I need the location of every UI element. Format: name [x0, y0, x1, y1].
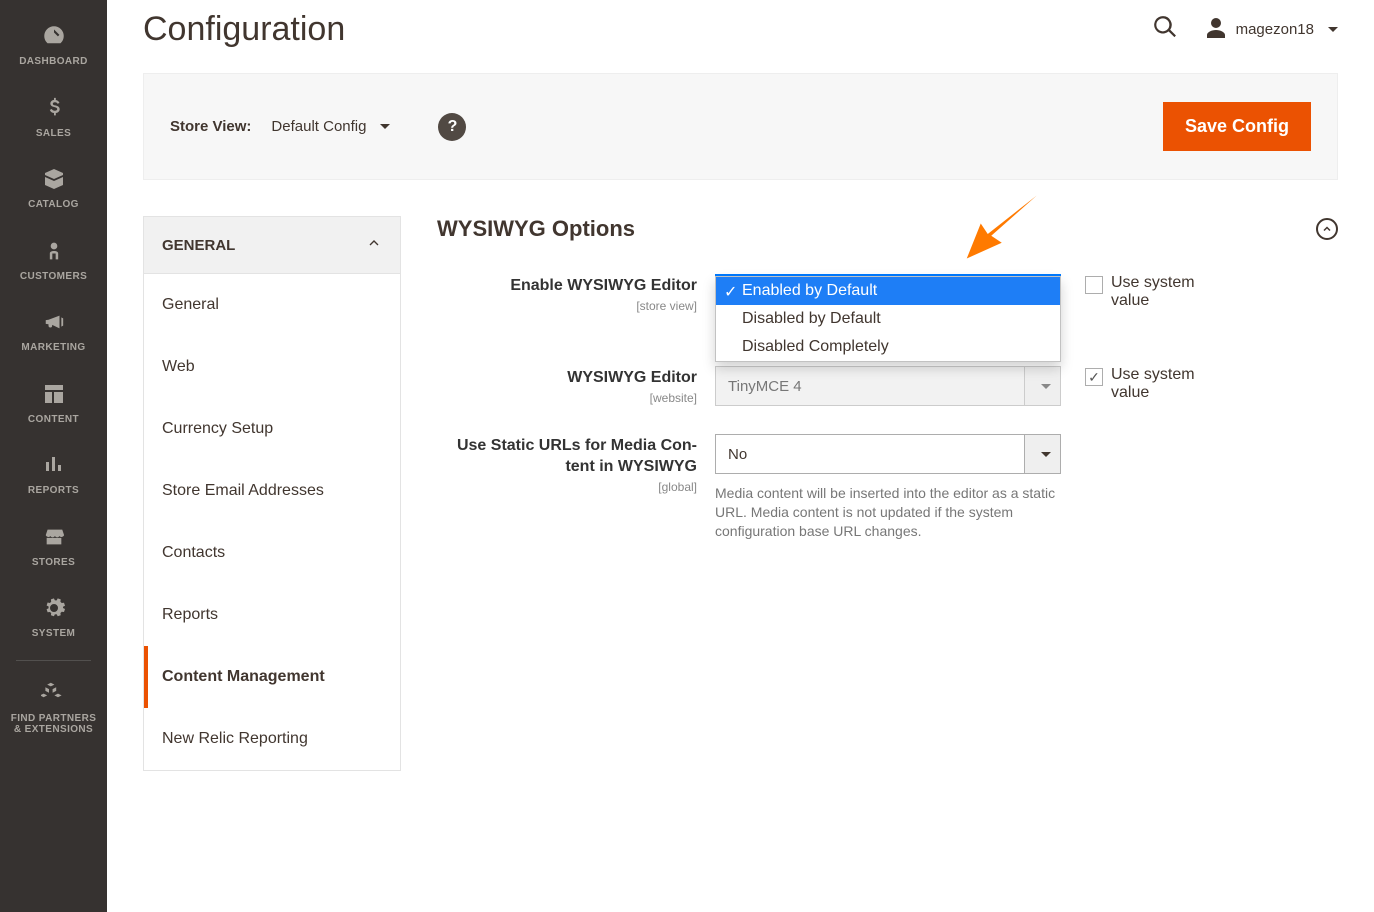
nav-label: STORES — [32, 557, 75, 569]
bullhorn-icon — [40, 308, 68, 336]
row-enable-wysiwyg: Enable WYSIWYG Editor [store view] Enabl… — [437, 274, 1338, 314]
gauge-icon — [40, 22, 68, 50]
nav-label: DASHBOARD — [19, 56, 88, 68]
admin-nav: DASHBOARD SALES CATALOG CUSTOMERS MARKET… — [0, 0, 107, 912]
use-system-label: Use system value — [1111, 274, 1211, 310]
field-scope: [global] — [437, 480, 697, 494]
tab-group-label: GENERAL — [162, 237, 235, 254]
nav-stores[interactable]: STORES — [0, 511, 107, 583]
use-system-checkbox[interactable] — [1085, 276, 1103, 294]
nav-partners[interactable]: FIND PARTNERS & EXTENSIONS — [0, 667, 107, 750]
dollar-icon — [40, 94, 68, 122]
nav-label: CONTENT — [28, 414, 79, 426]
dropdown-option[interactable]: Disabled by Default — [716, 305, 1060, 333]
select-value: TinyMCE 4 — [728, 378, 802, 395]
row-static-urls: Use Static URLs for Media Con- tent in W… — [437, 434, 1338, 541]
caret-down-icon — [380, 124, 390, 129]
store-view-label: Store View: — [170, 118, 251, 135]
pointer-arrow-annotation — [955, 192, 1045, 267]
store-view-select[interactable]: Default Config — [271, 118, 390, 135]
nav-label: FIND PARTNERS & EXTENSIONS — [11, 713, 97, 736]
enable-wysiwyg-dropdown: Enabled by Default Disabled by Default D… — [715, 276, 1061, 362]
chevron-down-icon — [1024, 367, 1060, 405]
nav-catalog[interactable]: CATALOG — [0, 153, 107, 225]
storefront-icon — [40, 523, 68, 551]
username: magezon18 — [1236, 21, 1314, 38]
person-icon — [40, 237, 68, 265]
chevron-up-icon — [366, 235, 382, 255]
save-config-button[interactable]: Save Config — [1163, 102, 1311, 151]
tab-content-management[interactable]: Content Management — [144, 646, 400, 708]
nav-label: SALES — [36, 128, 71, 140]
use-system-label: Use system value — [1111, 366, 1211, 402]
tab-new-relic[interactable]: New Relic Reporting — [144, 708, 400, 770]
tab-web[interactable]: Web — [144, 336, 400, 398]
nav-reports[interactable]: REPORTS — [0, 439, 107, 511]
nav-label: SYSTEM — [32, 628, 76, 640]
wysiwyg-editor-select: TinyMCE 4 — [715, 366, 1061, 406]
nav-label: CATALOG — [28, 199, 79, 211]
select-value: No — [728, 446, 747, 463]
gear-icon — [40, 594, 68, 622]
config-tabs: GENERAL General Web Currency Setup Store… — [143, 216, 401, 771]
nav-customers[interactable]: CUSTOMERS — [0, 225, 107, 297]
nav-label: MARKETING — [21, 342, 85, 354]
field-label: Use Static URLs for Media Con- tent in W… — [437, 436, 697, 478]
main-content: Configuration magezon18 Store View: Defa… — [107, 0, 1374, 912]
dropdown-option[interactable]: Enabled by Default — [716, 277, 1060, 305]
nav-marketing[interactable]: MARKETING — [0, 296, 107, 368]
field-scope: [store view] — [437, 299, 697, 313]
user-menu[interactable]: magezon18 — [1204, 16, 1338, 44]
nav-separator — [16, 660, 91, 661]
box-icon — [40, 165, 68, 193]
action-bar: Store View: Default Config ? Save Config — [143, 73, 1338, 180]
tab-general[interactable]: General — [144, 274, 400, 336]
user-icon — [1204, 16, 1228, 44]
field-help: Media content will be inserted into the … — [715, 484, 1061, 541]
nav-content[interactable]: CONTENT — [0, 368, 107, 440]
chevron-down-icon — [1024, 435, 1060, 473]
layout-icon — [40, 380, 68, 408]
field-scope: [website] — [437, 391, 697, 405]
tab-currency[interactable]: Currency Setup — [144, 398, 400, 460]
form-panel: WYSIWYG Options Enable WYSIWYG Editor [s… — [437, 216, 1338, 771]
caret-down-icon — [1328, 27, 1338, 32]
tab-store-email[interactable]: Store Email Addresses — [144, 460, 400, 522]
search-icon[interactable] — [1152, 14, 1178, 45]
tab-group-general[interactable]: GENERAL — [144, 217, 400, 274]
dropdown-option[interactable]: Disabled Completely — [716, 333, 1060, 361]
nav-system[interactable]: SYSTEM — [0, 582, 107, 654]
use-system-checkbox[interactable] — [1085, 368, 1103, 386]
field-label-line: Use Static URLs for Media Con- — [457, 437, 697, 454]
collapse-section-button[interactable] — [1316, 218, 1338, 240]
nav-label: REPORTS — [28, 485, 79, 497]
row-wysiwyg-editor: WYSIWYG Editor [website] TinyMCE 4 Use s… — [437, 366, 1338, 406]
tab-contacts[interactable]: Contacts — [144, 522, 400, 584]
store-view-value: Default Config — [271, 118, 366, 135]
cubes-icon — [40, 679, 68, 707]
field-label: Enable WYSIWYG Editor — [437, 276, 697, 297]
tab-reports[interactable]: Reports — [144, 584, 400, 646]
nav-label: CUSTOMERS — [20, 271, 87, 283]
static-urls-select[interactable]: No — [715, 434, 1061, 474]
help-icon[interactable]: ? — [438, 113, 466, 141]
field-label: WYSIWYG Editor — [437, 368, 697, 389]
bars-icon — [40, 451, 68, 479]
nav-dashboard[interactable]: DASHBOARD — [0, 10, 107, 82]
field-label-line: tent in WYSIWYG — [565, 458, 697, 475]
nav-sales[interactable]: SALES — [0, 82, 107, 154]
section-title: WYSIWYG Options — [437, 216, 635, 242]
page-title: Configuration — [143, 10, 345, 49]
